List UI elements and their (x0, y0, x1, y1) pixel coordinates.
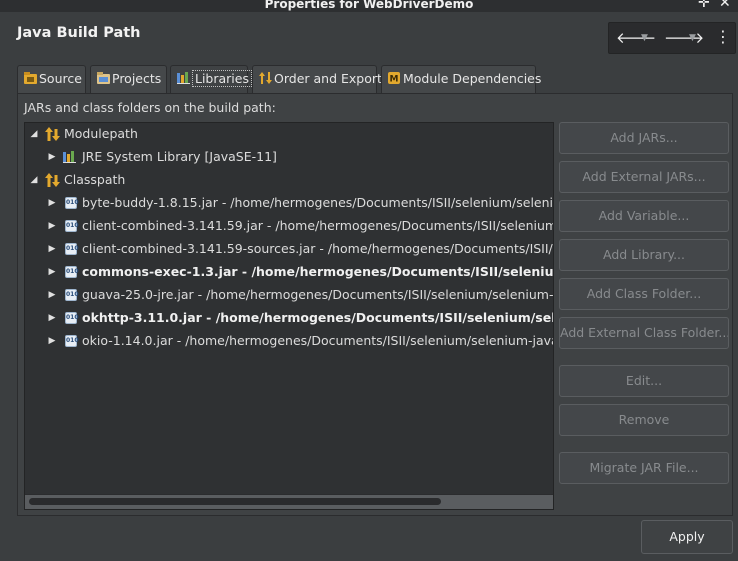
window-title: Properties for WebDriverDemo (264, 0, 474, 11)
tree-node-jar[interactable]: ▶ 010 commons-exec-1.3.jar - /home/hermo… (25, 262, 554, 282)
source-folder-icon (24, 72, 37, 84)
tab-module-dependencies[interactable]: M Module Dependencies (381, 65, 541, 93)
tab-projects[interactable]: Projects (90, 65, 167, 93)
chevron-down-icon[interactable]: ▼ (641, 33, 648, 43)
build-path-label: JARs and class folders on the build path… (24, 100, 276, 115)
window-titlebar: Properties for WebDriverDemo ✛ ✕ (0, 0, 738, 12)
tree-node-jre-library[interactable]: ▶ JRE System Library [JavaSE-11] (25, 147, 553, 167)
apply-button[interactable]: Apply (641, 520, 733, 554)
tree-node-jar[interactable]: ▶ 010 client-combined-3.141.59-sources.j… (25, 239, 553, 259)
arrow-left-icon[interactable]: 🡐 (616, 28, 656, 47)
tree-node-label: okhttp-3.11.0.jar - /home/hermogenes/Doc… (82, 310, 553, 325)
chevron-right-icon[interactable]: ▶ (47, 262, 57, 282)
jar-icon: 010 (65, 266, 79, 278)
add-variable-button[interactable]: Add Variable... (559, 200, 729, 232)
tree-node-jar[interactable]: ▶ 010 guava-25.0-jre.jar - /home/hermoge… (25, 285, 554, 305)
classpath-icon (45, 173, 60, 187)
tree-node-label: client-combined-3.141.59-sources.jar - /… (82, 241, 553, 256)
tree-node-jar[interactable]: ▶ 010 okhttp-3.11.0.jar - /home/hermogen… (25, 308, 553, 328)
remove-button[interactable]: Remove (559, 404, 729, 436)
add-class-folder-button[interactable]: Add Class Folder... (559, 278, 729, 310)
scrollbar-thumb[interactable] (29, 498, 441, 505)
tree-node-jar[interactable]: ▶ 010 okio-1.14.0.jar - /home/hermogenes… (25, 331, 553, 351)
chevron-right-icon[interactable]: ▶ (47, 216, 57, 236)
modulepath-icon (45, 127, 60, 141)
page-header: Java Build Path 🡐 ▼ 🡒 ▼ ⋮ (0, 12, 738, 64)
tree-node-classpath[interactable]: ◢ Classpath (25, 170, 553, 190)
tree-node-label: Classpath (64, 172, 126, 187)
close-icon[interactable]: ✕ (719, 0, 731, 10)
tree-node-jar[interactable]: ▶ 010 client-combined-3.141.59.jar - /ho… (25, 216, 553, 236)
chevron-down-icon[interactable]: ◢ (29, 170, 39, 190)
tab-source[interactable]: Source (17, 65, 86, 93)
chevron-right-icon[interactable]: ▶ (47, 193, 57, 213)
build-path-tree[interactable]: ◢ Modulepath ▶ JRE System Library [JavaS… (24, 122, 554, 510)
module-icon: M (388, 72, 400, 85)
jar-icon: 010 (65, 289, 79, 301)
tree-node-label: guava-25.0-jre.jar - /home/hermogenes/Do… (82, 287, 554, 302)
kebab-menu-icon[interactable]: ⋮ (715, 27, 731, 46)
add-jars-button[interactable]: Add JARs... (559, 122, 729, 154)
tree-node-label: byte-buddy-1.8.15.jar - /home/hermogenes… (82, 195, 554, 210)
tab-libraries[interactable]: Libraries (170, 65, 252, 94)
tree-node-modulepath[interactable]: ◢ Modulepath (25, 124, 553, 144)
tree-node-label: okio-1.14.0.jar - /home/hermogenes/Docum… (82, 333, 553, 348)
chevron-right-icon[interactable]: ▶ (47, 331, 57, 351)
projects-icon (97, 72, 110, 84)
tree-node-label: commons-exec-1.3.jar - /home/hermogenes/… (82, 264, 554, 279)
add-external-class-folder-button[interactable]: Add External Class Folder... (559, 317, 729, 349)
migrate-jar-button[interactable]: Migrate JAR File... (559, 452, 729, 484)
chevron-right-icon[interactable]: ▶ (47, 239, 57, 259)
add-external-jars-button[interactable]: Add External JARs... (559, 161, 729, 193)
tab-order-and-export[interactable]: Order and Export (252, 65, 382, 93)
chevron-down-icon[interactable]: ▼ (689, 33, 696, 43)
horizontal-scrollbar[interactable] (25, 494, 553, 509)
libraries-icon (177, 72, 190, 84)
tree-node-label: Modulepath (64, 126, 138, 141)
tree-node-jar[interactable]: ▶ 010 byte-buddy-1.8.15.jar - /home/herm… (25, 193, 554, 213)
libraries-panel: JARs and class folders on the build path… (17, 93, 733, 516)
chevron-right-icon[interactable]: ▶ (47, 285, 57, 305)
jar-icon: 010 (65, 197, 79, 209)
add-library-button[interactable]: Add Library... (559, 239, 729, 271)
edit-button[interactable]: Edit... (559, 365, 729, 397)
jar-icon: 010 (65, 312, 79, 324)
pin-icon[interactable]: ✛ (698, 0, 710, 10)
navigation-toolbar: 🡐 ▼ 🡒 ▼ ⋮ (608, 22, 736, 54)
jar-icon: 010 (65, 335, 79, 347)
tree-node-label: client-combined-3.141.59.jar - /home/her… (82, 218, 553, 233)
order-arrows-icon (259, 72, 272, 84)
jar-icon: 010 (65, 220, 79, 232)
chevron-right-icon[interactable]: ▶ (47, 308, 57, 328)
svg-text:M: M (390, 75, 399, 85)
library-icon (63, 151, 76, 163)
tree-node-label: JRE System Library [JavaSE-11] (82, 149, 277, 164)
arrow-right-icon[interactable]: 🡒 (664, 28, 704, 47)
jar-icon: 010 (65, 243, 79, 255)
chevron-right-icon[interactable]: ▶ (47, 147, 57, 167)
page-title: Java Build Path (17, 25, 141, 41)
chevron-down-icon[interactable]: ◢ (29, 124, 39, 144)
